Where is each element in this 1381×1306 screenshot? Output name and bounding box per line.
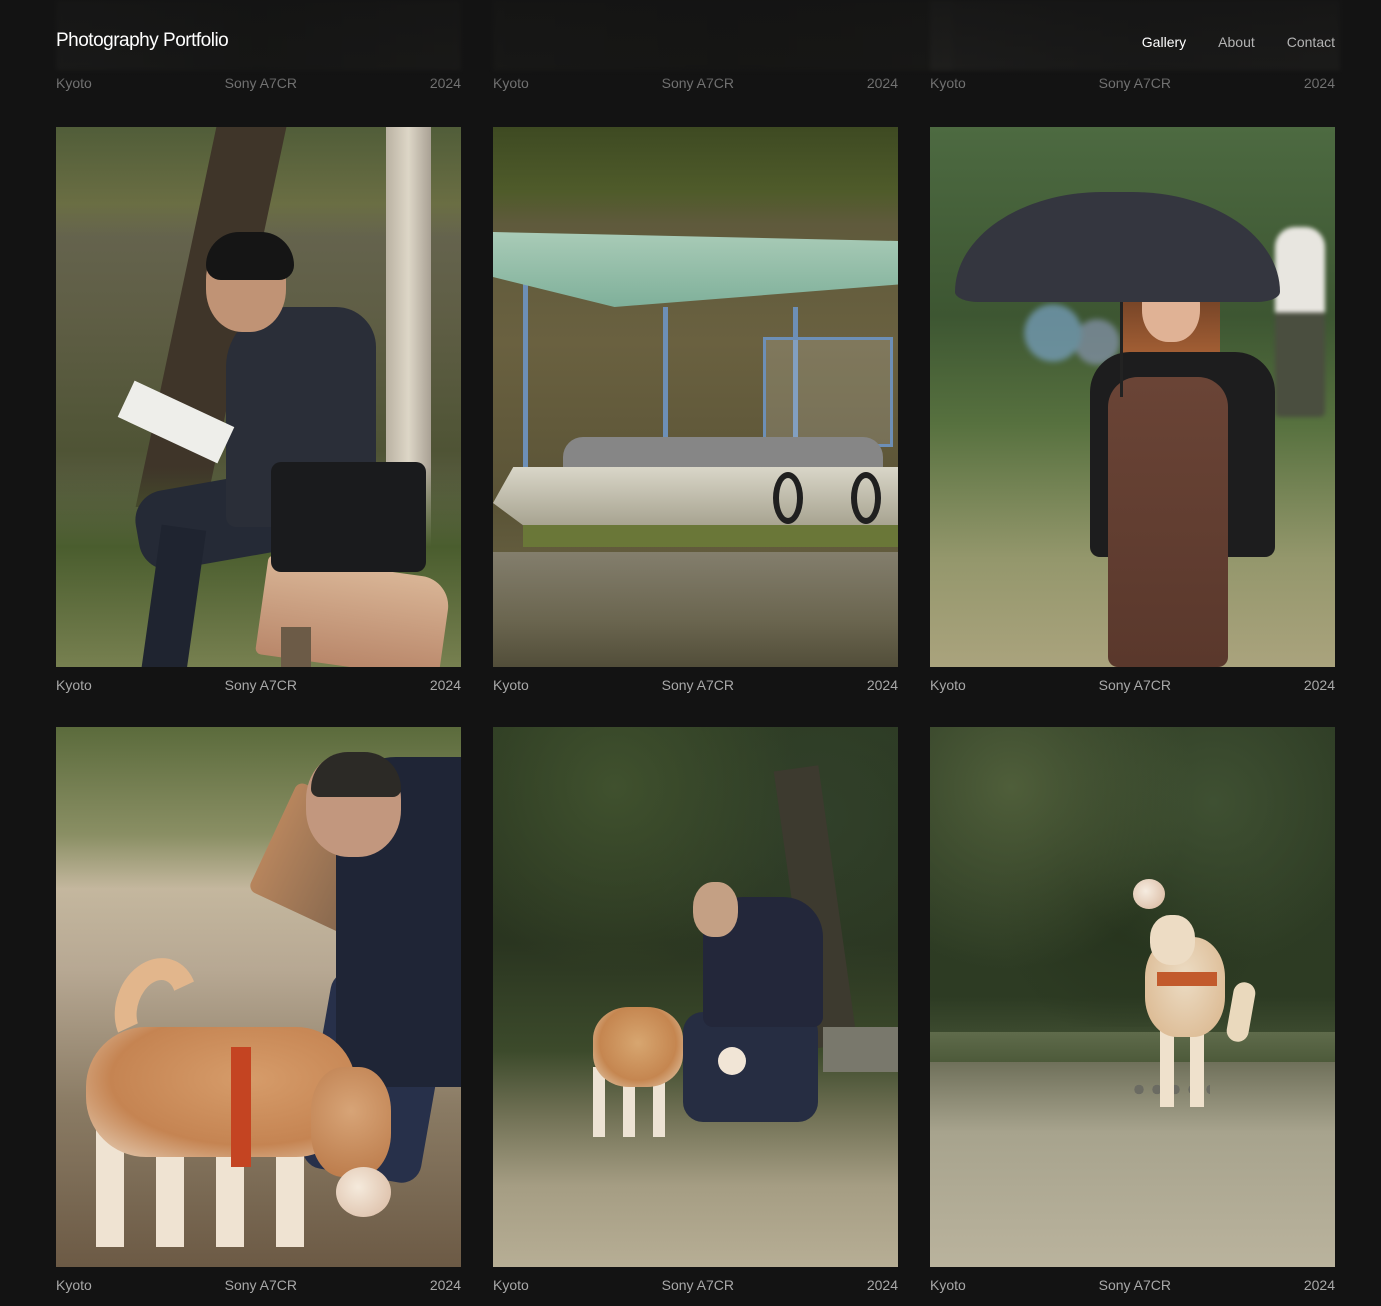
photo-detail (693, 882, 738, 937)
photo-detail (493, 232, 898, 307)
photo-year: 2024 (429, 1277, 461, 1293)
nav-link-gallery[interactable]: Gallery (1142, 34, 1186, 50)
photo-detail (955, 192, 1280, 302)
photo-camera: Sony A7CR (224, 677, 298, 693)
photo-man-with-shiba[interactable] (56, 727, 461, 1267)
photo-man-reading-on-bench[interactable] (56, 127, 461, 667)
photo-caption: Kyoto Sony A7CR 2024 (930, 1277, 1335, 1295)
photo-detail (851, 472, 881, 524)
gallery-card[interactable]: Kyoto Sony A7CR 2024 (493, 727, 898, 1295)
gallery-card[interactable]: Kyoto Sony A7CR 2024 (930, 727, 1335, 1295)
photo-detail (1108, 377, 1228, 667)
photo-detail (311, 1067, 391, 1177)
photo-boat-on-river[interactable] (493, 127, 898, 667)
gallery-card[interactable]: Kyoto Sony A7CR 2024 (56, 127, 461, 695)
photo-detail (683, 1012, 818, 1122)
gallery-card[interactable]: Kyoto Sony A7CR 2024 (56, 727, 461, 1295)
photo-caption: Kyoto Sony A7CR 2024 (930, 677, 1335, 695)
site-title[interactable]: Photography Portfolio (56, 30, 229, 52)
photo-year: 2024 (429, 677, 461, 693)
photo-detail (206, 232, 294, 280)
photo-camera: Sony A7CR (661, 677, 735, 693)
photo-detail (823, 1027, 898, 1072)
photo-detail (493, 552, 898, 667)
photo-detail (773, 472, 803, 524)
photo-year: 2024 (866, 677, 898, 693)
photo-detail (1120, 287, 1123, 397)
nav-link-about[interactable]: About (1218, 34, 1255, 50)
photo-detail (1160, 1027, 1220, 1107)
site-header: Photography Portfolio Gallery About Cont… (0, 0, 1381, 84)
photo-detail (1275, 227, 1325, 417)
photo-caption: Kyoto Sony A7CR 2024 (56, 677, 461, 695)
photo-year: 2024 (1303, 677, 1335, 693)
photo-detail (1150, 915, 1195, 965)
photo-detail (336, 1167, 391, 1217)
photo-camera: Sony A7CR (224, 1277, 298, 1293)
photo-year: 2024 (1303, 1277, 1335, 1293)
photo-camera: Sony A7CR (661, 1277, 735, 1293)
photo-location: Kyoto (56, 677, 92, 693)
main-nav: Gallery About Contact (1142, 34, 1335, 50)
photo-location: Kyoto (930, 677, 966, 693)
gallery-card[interactable]: Kyoto Sony A7CR 2024 (930, 127, 1335, 695)
photo-caption: Kyoto Sony A7CR 2024 (493, 1277, 898, 1295)
photo-year: 2024 (866, 1277, 898, 1293)
photo-detail (930, 727, 1335, 1027)
photo-location: Kyoto (930, 1277, 966, 1293)
photo-detail (281, 627, 311, 667)
photo-location: Kyoto (493, 677, 529, 693)
photo-detail (1157, 972, 1217, 986)
photo-detail (593, 1007, 683, 1087)
photo-camera: Sony A7CR (1098, 677, 1172, 693)
photo-location: Kyoto (56, 1277, 92, 1293)
photo-man-playing-with-dog[interactable] (493, 727, 898, 1267)
photo-detail (718, 1047, 746, 1075)
photo-detail (1133, 879, 1165, 909)
photo-detail (763, 337, 893, 447)
gallery-card[interactable]: Kyoto Sony A7CR 2024 (493, 127, 898, 695)
photo-caption: Kyoto Sony A7CR 2024 (493, 677, 898, 695)
photo-woman-with-umbrella[interactable] (930, 127, 1335, 667)
photo-detail (523, 525, 898, 547)
photo-detail (493, 467, 898, 527)
photo-detail (523, 277, 528, 477)
photo-detail (231, 1047, 251, 1167)
photo-dog-jumping-for-ball[interactable] (930, 727, 1335, 1267)
photo-detail (271, 462, 426, 572)
photo-location: Kyoto (493, 1277, 529, 1293)
photo-caption: Kyoto Sony A7CR 2024 (56, 1277, 461, 1295)
nav-link-contact[interactable]: Contact (1287, 34, 1335, 50)
gallery-page: Kyoto Sony A7CR 2024 Kyoto Sony A7CR 202… (0, 0, 1381, 1306)
photo-camera: Sony A7CR (1098, 1277, 1172, 1293)
photo-detail (930, 1032, 1335, 1062)
